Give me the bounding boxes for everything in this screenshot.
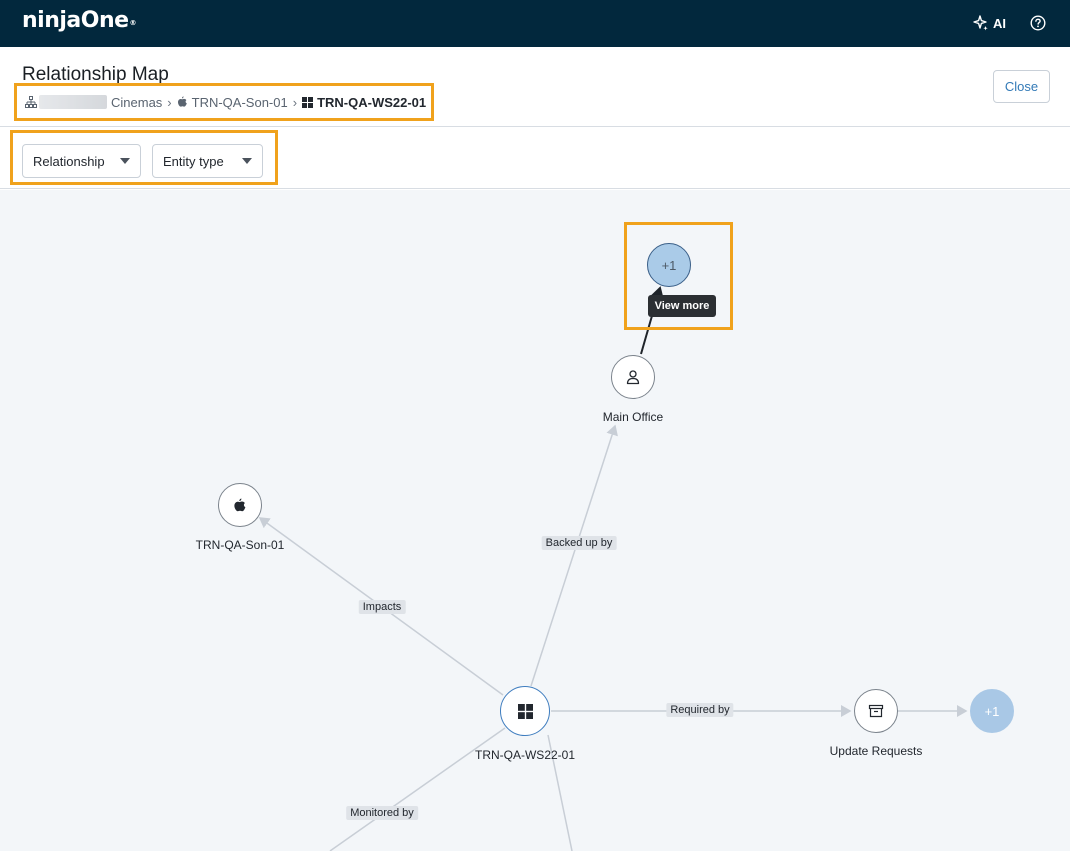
caret-down-icon: [242, 158, 252, 164]
more-node-count: +1: [661, 257, 677, 273]
archive-box-icon: [868, 704, 884, 718]
edge-label-impacts: Impacts: [358, 600, 406, 614]
breadcrumb-device[interactable]: TRN-QA-Son-01: [192, 95, 288, 110]
ai-label: AI: [993, 15, 1006, 31]
node-trn-qa-ws22-01[interactable]: [500, 686, 550, 736]
edge-label-monitored-by: Monitored by: [346, 806, 418, 820]
more-node-right[interactable]: +1: [970, 689, 1014, 733]
apple-icon: [234, 498, 246, 511]
help-icon[interactable]: [1030, 15, 1046, 31]
breadcrumb-separator: ›: [167, 94, 172, 110]
edge-label-required-by: Required by: [666, 703, 734, 717]
view-more-tooltip: View more: [648, 295, 716, 317]
edge-backed-up-by: [530, 424, 618, 687]
organization-icon: [25, 96, 37, 108]
page-header: Relationship Map Cinemas › TRN-QA-Son-01…: [0, 47, 1070, 127]
top-navigation-bar: ninjaOne® AI: [0, 0, 1070, 47]
more-node-count: +1: [984, 703, 1000, 719]
edge-label-backed-up-by: Backed up by: [541, 536, 617, 550]
entity-type-dropdown[interactable]: Entity type: [152, 144, 263, 178]
filter-bar: Relationship Entity type: [0, 127, 1070, 189]
filter-group: Relationship Entity type: [10, 130, 278, 185]
edge-monitored-by: [329, 727, 506, 851]
entity-type-dropdown-label: Entity type: [163, 153, 224, 169]
breadcrumb-org[interactable]: Cinemas: [111, 95, 162, 110]
breadcrumb: Cinemas › TRN-QA-Son-01 › TRN-QA-WS22-01: [14, 83, 434, 121]
node-trn-qa-son-01[interactable]: [218, 483, 262, 527]
node-label-trn-qa-ws22-01: TRN-QA-WS22-01: [474, 748, 576, 762]
node-label-main-office: Main Office: [602, 410, 664, 424]
relationship-dropdown[interactable]: Relationship: [22, 144, 141, 178]
ninjaone-logo[interactable]: ninjaOne®: [22, 8, 137, 33]
apple-icon: [177, 96, 187, 107]
close-button[interactable]: Close: [993, 70, 1050, 103]
node-label-trn-qa-son-01: TRN-QA-Son-01: [195, 538, 285, 552]
node-main-office[interactable]: [611, 355, 655, 399]
breadcrumb-current: TRN-QA-WS22-01: [317, 94, 427, 110]
node-update-requests[interactable]: [854, 689, 898, 733]
windows-icon: [302, 96, 314, 108]
node-label-update-requests: Update Requests: [829, 744, 923, 758]
relationship-map-canvas[interactable]: Backed up by Impacts Required by Monitor…: [0, 190, 1070, 851]
redacted-text: [39, 95, 107, 109]
ai-button[interactable]: AI: [973, 13, 1006, 33]
caret-down-icon: [120, 158, 130, 164]
person-icon: [626, 370, 640, 385]
breadcrumb-separator: ›: [292, 94, 298, 110]
more-node-top[interactable]: +1: [647, 243, 691, 287]
windows-icon: [517, 703, 533, 719]
relationship-dropdown-label: Relationship: [33, 153, 105, 169]
sparkle-icon: [973, 15, 988, 31]
